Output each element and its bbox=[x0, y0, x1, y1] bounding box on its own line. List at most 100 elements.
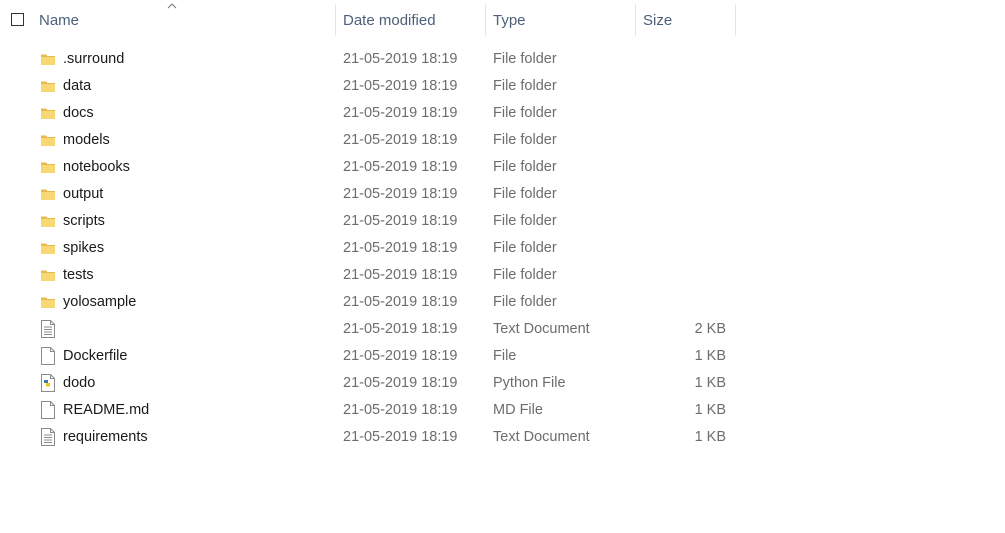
file-icon-cell bbox=[38, 180, 58, 207]
blank-file-icon bbox=[40, 346, 56, 365]
column-divider[interactable] bbox=[485, 4, 486, 36]
text-document-icon bbox=[40, 427, 56, 446]
file-date-modified: 21-05-2019 18:19 bbox=[343, 428, 458, 445]
folder-icon bbox=[40, 213, 56, 229]
file-name: .surround bbox=[63, 50, 125, 67]
file-size bbox=[636, 180, 726, 207]
file-name: notebooks bbox=[63, 158, 130, 175]
file-date-modified: 21-05-2019 18:19 bbox=[343, 266, 458, 283]
file-row[interactable]: data 21-05-2019 18:19 File folder bbox=[0, 72, 1005, 99]
folder-icon bbox=[40, 132, 56, 148]
file-name: README.md bbox=[63, 401, 150, 418]
file-row[interactable]: models 21-05-2019 18:19 File folder bbox=[0, 126, 1005, 153]
file-icon-cell bbox=[38, 423, 58, 450]
file-size bbox=[636, 126, 726, 153]
select-all-checkbox[interactable] bbox=[11, 13, 24, 26]
file-name: Dockerfile bbox=[63, 347, 128, 364]
file-icon-cell bbox=[38, 315, 58, 342]
file-type: File folder bbox=[493, 158, 557, 175]
file-name: spikes bbox=[63, 239, 105, 256]
file-size bbox=[636, 261, 726, 288]
file-row[interactable]: .surround 21-05-2019 18:19 File folder bbox=[0, 45, 1005, 72]
file-date-modified: 21-05-2019 18:19 bbox=[343, 104, 458, 121]
file-icon-cell bbox=[38, 396, 58, 423]
file-size: 1 KB bbox=[694, 347, 726, 364]
folder-icon bbox=[40, 186, 56, 202]
file-row[interactable]: 21-05-2019 18:19 Text Document 2 KB bbox=[0, 315, 1005, 342]
column-header-type[interactable]: Type bbox=[493, 4, 633, 36]
folder-icon bbox=[40, 159, 56, 175]
file-row[interactable]: spikes 21-05-2019 18:19 File folder bbox=[0, 234, 1005, 261]
file-name: scripts bbox=[63, 212, 105, 229]
file-type: Python File bbox=[493, 374, 566, 391]
file-name: models bbox=[63, 131, 110, 148]
file-date-modified: 21-05-2019 18:19 bbox=[343, 320, 458, 337]
column-header: Name Date modified Type Size bbox=[0, 0, 1005, 40]
file-name: data bbox=[63, 77, 92, 94]
column-divider[interactable] bbox=[335, 4, 336, 36]
file-name: tests bbox=[63, 266, 94, 283]
file-date-modified: 21-05-2019 18:19 bbox=[343, 212, 458, 229]
file-icon-cell bbox=[38, 72, 58, 99]
file-size bbox=[636, 72, 726, 99]
file-size bbox=[636, 207, 726, 234]
file-row[interactable]: docs 21-05-2019 18:19 File folder bbox=[0, 99, 1005, 126]
file-row[interactable]: notebooks 21-05-2019 18:19 File folder bbox=[0, 153, 1005, 180]
column-divider[interactable] bbox=[635, 4, 636, 36]
file-date-modified: 21-05-2019 18:19 bbox=[343, 401, 458, 418]
column-header-size-label: Size bbox=[643, 11, 673, 29]
file-icon-cell bbox=[38, 342, 58, 369]
folder-icon bbox=[40, 51, 56, 67]
file-date-modified: 21-05-2019 18:19 bbox=[343, 239, 458, 256]
file-type: MD File bbox=[493, 401, 543, 418]
file-date-modified: 21-05-2019 18:19 bbox=[343, 374, 458, 391]
folder-icon bbox=[40, 105, 56, 121]
column-header-name-label: Name bbox=[39, 11, 80, 29]
file-row[interactable]: dodo 21-05-2019 18:19 Python File 1 KB bbox=[0, 369, 1005, 396]
file-list: .surround 21-05-2019 18:19 File folder d… bbox=[0, 45, 1005, 450]
file-size bbox=[636, 45, 726, 72]
file-type: File folder bbox=[493, 266, 557, 283]
file-type: File folder bbox=[493, 77, 557, 94]
file-name: requirements bbox=[63, 428, 148, 445]
file-type: File bbox=[493, 347, 517, 364]
python-file-icon bbox=[40, 373, 56, 392]
file-row[interactable]: Dockerfile 21-05-2019 18:19 File 1 KB bbox=[0, 342, 1005, 369]
file-type: File folder bbox=[493, 293, 557, 310]
column-header-name[interactable]: Name bbox=[39, 4, 334, 36]
file-icon-cell bbox=[38, 288, 58, 315]
file-icon-cell bbox=[38, 369, 58, 396]
column-header-size[interactable]: Size bbox=[643, 4, 733, 36]
column-header-date-label: Date modified bbox=[343, 11, 436, 29]
file-icon-cell bbox=[38, 234, 58, 261]
folder-icon bbox=[40, 240, 56, 256]
file-size: 1 KB bbox=[694, 401, 726, 418]
file-icon-cell bbox=[38, 261, 58, 288]
file-size: 2 KB bbox=[694, 320, 726, 337]
file-row[interactable]: tests 21-05-2019 18:19 File folder bbox=[0, 261, 1005, 288]
file-row[interactable]: requirements 21-05-2019 18:19 Text Docum… bbox=[0, 423, 1005, 450]
file-type: File folder bbox=[493, 239, 557, 256]
folder-icon bbox=[40, 78, 56, 94]
folder-icon bbox=[40, 294, 56, 310]
file-date-modified: 21-05-2019 18:19 bbox=[343, 347, 458, 364]
column-divider[interactable] bbox=[735, 4, 736, 36]
file-type: File folder bbox=[493, 104, 557, 121]
file-row[interactable]: output 21-05-2019 18:19 File folder bbox=[0, 180, 1005, 207]
file-name: docs bbox=[63, 104, 94, 121]
column-header-date[interactable]: Date modified bbox=[343, 4, 483, 36]
file-type: File folder bbox=[493, 131, 557, 148]
file-icon-cell bbox=[38, 126, 58, 153]
file-icon-cell bbox=[38, 207, 58, 234]
file-type: Text Document bbox=[493, 320, 590, 337]
file-row[interactable]: scripts 21-05-2019 18:19 File folder bbox=[0, 207, 1005, 234]
file-row[interactable]: yolosample 21-05-2019 18:19 File folder bbox=[0, 288, 1005, 315]
file-name: yolosample bbox=[63, 293, 137, 310]
column-header-type-label: Type bbox=[493, 11, 526, 29]
file-size: 1 KB bbox=[694, 374, 726, 391]
file-date-modified: 21-05-2019 18:19 bbox=[343, 158, 458, 175]
folder-icon bbox=[40, 267, 56, 283]
file-row[interactable]: README.md 21-05-2019 18:19 MD File 1 KB bbox=[0, 396, 1005, 423]
file-icon-cell bbox=[38, 45, 58, 72]
file-date-modified: 21-05-2019 18:19 bbox=[343, 185, 458, 202]
